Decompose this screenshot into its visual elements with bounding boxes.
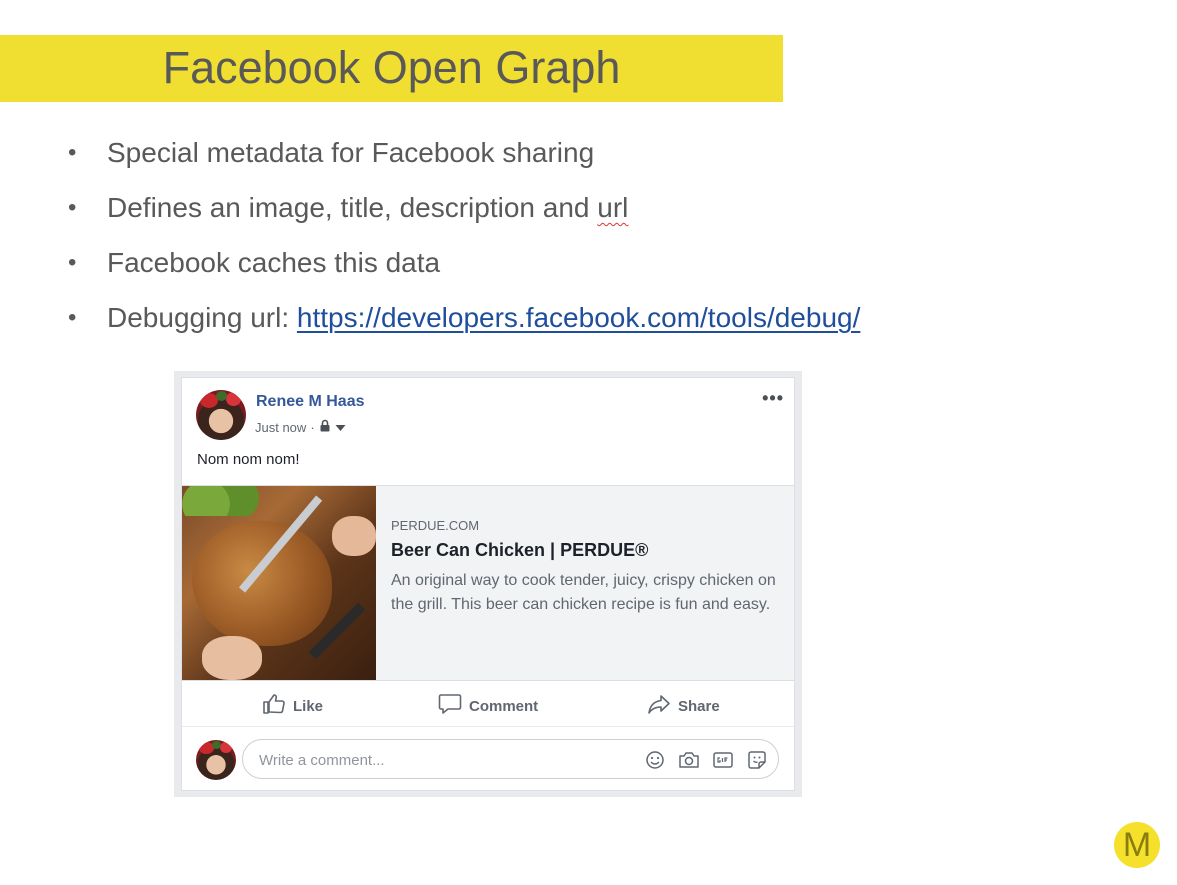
like-label: Like [293,697,324,715]
slide-title: Facebook Open Graph [162,42,621,93]
bullet-text: Defines an image, title, description and [107,192,598,223]
bullet-text: Facebook caches this data [107,247,441,278]
slide-title-bar: Facebook Open Graph [0,35,783,102]
share-label: Share [678,697,720,715]
post-meta: Just now · [255,419,346,435]
bullet-glyph: • [68,139,77,166]
lock-icon[interactable] [319,419,331,435]
comment-icon [438,693,462,719]
link-preview-title[interactable]: Beer Can Chicken | PERDUE® [391,540,648,561]
bullet-item: • Debugging url: https://developers.face… [68,298,860,353]
brand-logo: M [1114,822,1160,868]
bullet-text: Special metadata for Facebook sharing [107,137,595,168]
bullet-glyph: • [68,304,77,331]
link-preview[interactable]: PERDUE.COM Beer Can Chicken | PERDUE® An… [182,485,794,681]
spellcheck-flagged-word: url [597,192,629,223]
post-author-name[interactable]: Renee M Haas [256,393,365,411]
link-preview-domain: PERDUE.COM [391,518,480,533]
post-actions-bar: Like Comment Share [182,680,794,726]
sticker-icon[interactable] [746,749,768,771]
bullet-item: • Facebook caches this data [68,243,860,298]
bullet-glyph: • [68,194,77,221]
bullet-item: • Special metadata for Facebook sharing [68,133,860,188]
more-options-icon[interactable]: ••• [762,388,784,409]
facebook-post-card: Renee M Haas Just now · ••• Nom nom nom!… [181,377,795,791]
post-timestamp[interactable]: Just now [255,420,306,435]
like-button[interactable]: Like [262,693,323,719]
comment-input[interactable] [257,740,631,780]
comment-label: Comment [469,697,539,715]
share-button[interactable]: Share [647,693,720,719]
meta-separator: · [310,419,315,435]
post-text: Nom nom nom! [197,451,300,468]
comment-button[interactable]: Comment [438,693,538,719]
bullet-list: • Special metadata for Facebook sharing … [68,133,860,353]
camera-icon[interactable] [678,749,700,771]
debug-url-link[interactable]: https://developers.facebook.com/tools/de… [297,302,860,333]
link-preview-description: An original way to cook tender, juicy, c… [391,572,776,613]
caret-down-icon[interactable] [335,420,346,435]
bullet-text: Debugging url: [107,302,297,333]
share-icon [647,693,671,719]
commenter-avatar[interactable] [196,740,236,780]
comment-box[interactable] [242,739,779,780]
bullet-item: • Defines an image, title, description a… [68,188,860,243]
comment-composer [182,726,794,793]
author-avatar[interactable] [196,390,246,440]
like-icon [262,693,286,719]
emoji-icon[interactable] [644,749,666,771]
comment-tools [644,749,768,771]
bullet-glyph: • [68,249,77,276]
gif-icon[interactable] [712,749,734,771]
link-preview-image[interactable] [182,486,376,680]
